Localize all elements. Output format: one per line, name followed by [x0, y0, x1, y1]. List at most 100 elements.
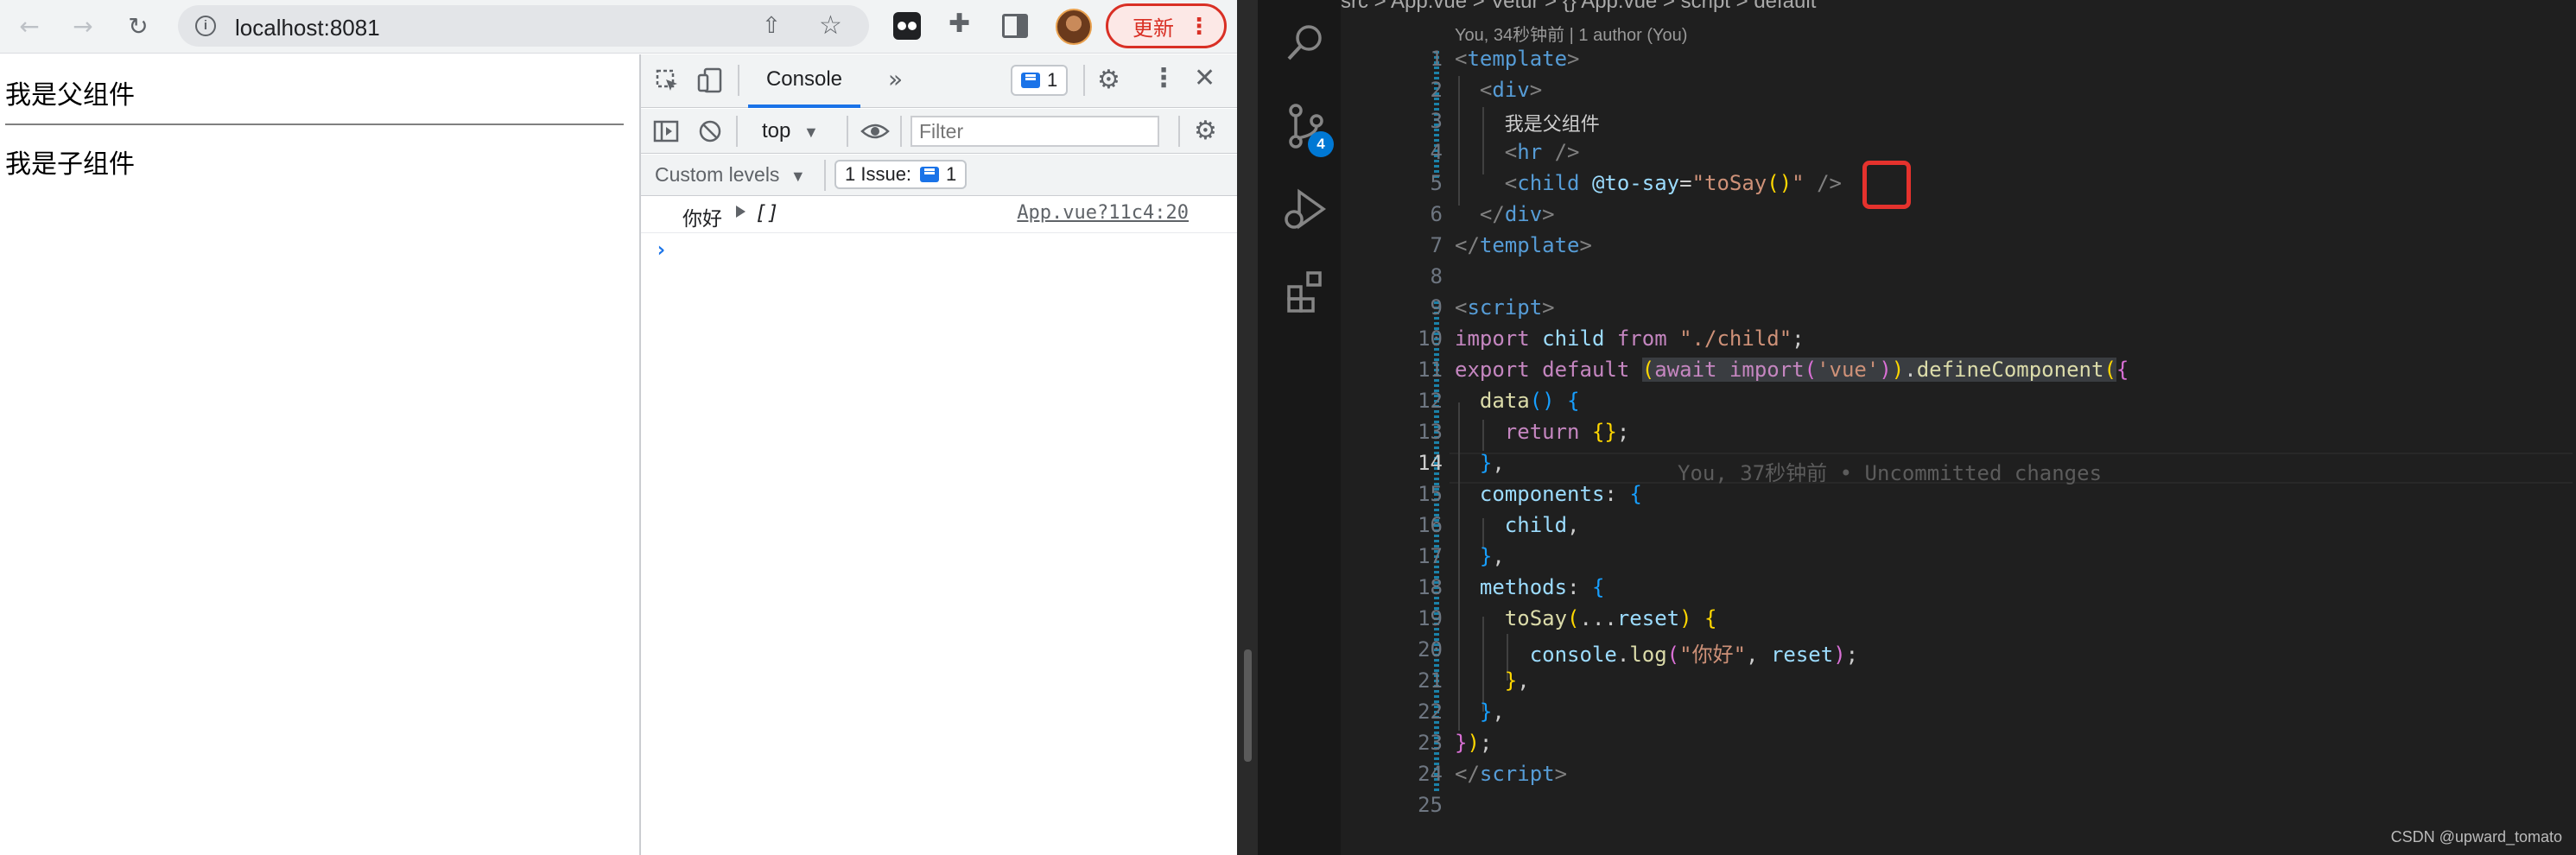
device-toolbar-icon[interactable] [696, 66, 724, 94]
extension-icon[interactable] [893, 12, 921, 40]
line-number[interactable]: 9 [1341, 295, 1443, 320]
line-number[interactable]: 7 [1341, 233, 1443, 257]
tab-console[interactable]: Console [748, 54, 860, 108]
more-tabs-icon[interactable]: » [888, 65, 903, 93]
site-info-icon[interactable]: i [195, 16, 216, 36]
left-margin-scrollbar[interactable] [1237, 0, 1258, 855]
message-icon [1021, 73, 1040, 88]
line-number[interactable]: 16 [1341, 513, 1443, 537]
code-line[interactable]: }, [1455, 700, 1505, 724]
sidebar-toggle-icon[interactable] [653, 119, 679, 143]
line-number[interactable]: 2 [1341, 78, 1443, 102]
messages-badge[interactable]: 1 [1011, 65, 1069, 96]
live-expression-eye-icon[interactable] [860, 121, 890, 142]
line-number[interactable]: 4 [1341, 140, 1443, 164]
line-number[interactable]: 19 [1341, 606, 1443, 630]
code-line[interactable]: }, [1455, 544, 1505, 568]
code-line[interactable]: child, [1455, 513, 1580, 537]
share-icon[interactable]: ⇧ [762, 12, 781, 39]
line-number[interactable]: 1 [1341, 47, 1443, 71]
clear-console-icon[interactable] [698, 119, 722, 143]
filter-input[interactable] [910, 116, 1159, 147]
breadcrumb[interactable]: src > App.vue > Vetur > {} App.vue > scr… [1341, 0, 1816, 16]
code-line[interactable]: console.log("你好", reset); [1455, 637, 1858, 668]
line-number[interactable]: 12 [1341, 389, 1443, 413]
code-line[interactable]: }, [1455, 451, 1505, 475]
code-line[interactable]: }); [1455, 731, 1492, 755]
code-line[interactable]: <hr /> [1455, 140, 1580, 164]
console-settings-gear-icon[interactable]: ⚙ [1194, 116, 1217, 146]
line-number[interactable]: 18 [1341, 575, 1443, 599]
side-panel-icon[interactable] [1002, 14, 1028, 38]
line-number[interactable]: 6 [1341, 202, 1443, 226]
issue-message-icon [920, 167, 940, 182]
git-codelens[interactable]: You, 34秒钟前 | 1 author (You) [1455, 21, 1687, 46]
code-line[interactable]: 我是父组件 [1455, 109, 1600, 136]
line-number[interactable]: 14 [1341, 451, 1443, 475]
tab-separator [738, 65, 739, 96]
close-devtools-icon[interactable]: ✕ [1194, 63, 1215, 93]
expand-arrow-icon[interactable] [736, 206, 746, 218]
code-line[interactable]: <template> [1455, 47, 1580, 71]
reload-icon[interactable]: ↻ [121, 9, 155, 43]
log-levels-dropdown[interactable]: Custom levels ▼ [655, 163, 806, 187]
log-source-link[interactable]: App.vue?11c4:20 [1017, 202, 1189, 224]
code-line[interactable]: toSay(...reset) { [1455, 606, 1717, 630]
code-line[interactable]: </script> [1455, 762, 1567, 786]
line-number[interactable]: 5 [1341, 171, 1443, 195]
line-number[interactable]: 10 [1341, 326, 1443, 351]
profile-avatar[interactable] [1056, 9, 1092, 45]
line-number[interactable]: 25 [1341, 793, 1443, 817]
forward-icon[interactable]: → [66, 9, 100, 43]
devtools-menu-icon[interactable]: ⋮ [1151, 63, 1177, 93]
watermark: CSDN @upward_tomato [2390, 828, 2562, 846]
code-line[interactable]: data() { [1455, 389, 1580, 413]
line-number[interactable]: 23 [1341, 731, 1443, 755]
line-number[interactable]: 22 [1341, 700, 1443, 724]
line-number[interactable]: 8 [1341, 264, 1443, 288]
inspect-element-icon[interactable] [655, 68, 681, 94]
address-bar[interactable]: i localhost:8081 ⇧ ☆ [178, 5, 869, 47]
line-number[interactable]: 3 [1341, 109, 1443, 133]
line-number[interactable]: 15 [1341, 482, 1443, 506]
code-line[interactable]: <div> [1455, 78, 1542, 102]
code-line[interactable]: components: { [1455, 482, 1642, 506]
filter-separator [1178, 116, 1180, 147]
code-line[interactable]: export default (await import('vue')).def… [1455, 358, 2129, 382]
line-number[interactable]: 17 [1341, 544, 1443, 568]
code-token: "./child" [1679, 326, 1792, 351]
code-line[interactable]: import child from "./child"; [1455, 326, 1805, 351]
code-line[interactable]: </template> [1455, 233, 1592, 257]
child-component-text: 我是子组件 [5, 149, 135, 180]
console-filter-bar: top ▼ ⚙ [641, 109, 1237, 154]
line-number[interactable]: 21 [1341, 668, 1443, 693]
back-icon[interactable]: ← [12, 9, 47, 43]
console-prompt[interactable]: › [655, 238, 667, 262]
bookmark-star-icon[interactable]: ☆ [819, 10, 842, 41]
extensions-puzzle-icon[interactable]: ✚ [949, 9, 976, 38]
line-number[interactable]: 11 [1341, 358, 1443, 382]
kebab-menu-icon[interactable]: ⋮ [1188, 13, 1210, 39]
line-number[interactable]: 20 [1341, 637, 1443, 662]
settings-gear-icon[interactable]: ⚙ [1097, 65, 1120, 95]
log-array-value[interactable]: [] [755, 202, 779, 225]
context-select[interactable]: top ▼ [762, 119, 819, 143]
search-icon[interactable] [1282, 19, 1330, 67]
line-number[interactable]: 13 [1341, 420, 1443, 444]
code-line[interactable]: </div> [1455, 202, 1555, 226]
code-token: hr [1517, 140, 1543, 164]
activity-bar: 4 [1237, 0, 1341, 855]
run-debug-icon[interactable] [1282, 185, 1330, 233]
code-line[interactable]: return {}; [1455, 420, 1630, 444]
issues-button[interactable]: 1 Issue: 1 [834, 160, 968, 189]
code-token: template [1479, 233, 1580, 257]
code-line[interactable]: methods: { [1455, 575, 1605, 599]
code-line[interactable]: <script> [1455, 295, 1555, 320]
code-line[interactable]: <child @to-say="toSay()" /> [1455, 171, 1842, 195]
line-number[interactable]: 24 [1341, 762, 1443, 786]
update-button[interactable]: 更新 ⋮ [1106, 3, 1227, 48]
address-text[interactable]: localhost:8081 [235, 15, 380, 41]
extensions-icon[interactable] [1282, 268, 1330, 316]
code-line[interactable]: }, [1455, 668, 1530, 693]
filter-separator [847, 116, 848, 147]
